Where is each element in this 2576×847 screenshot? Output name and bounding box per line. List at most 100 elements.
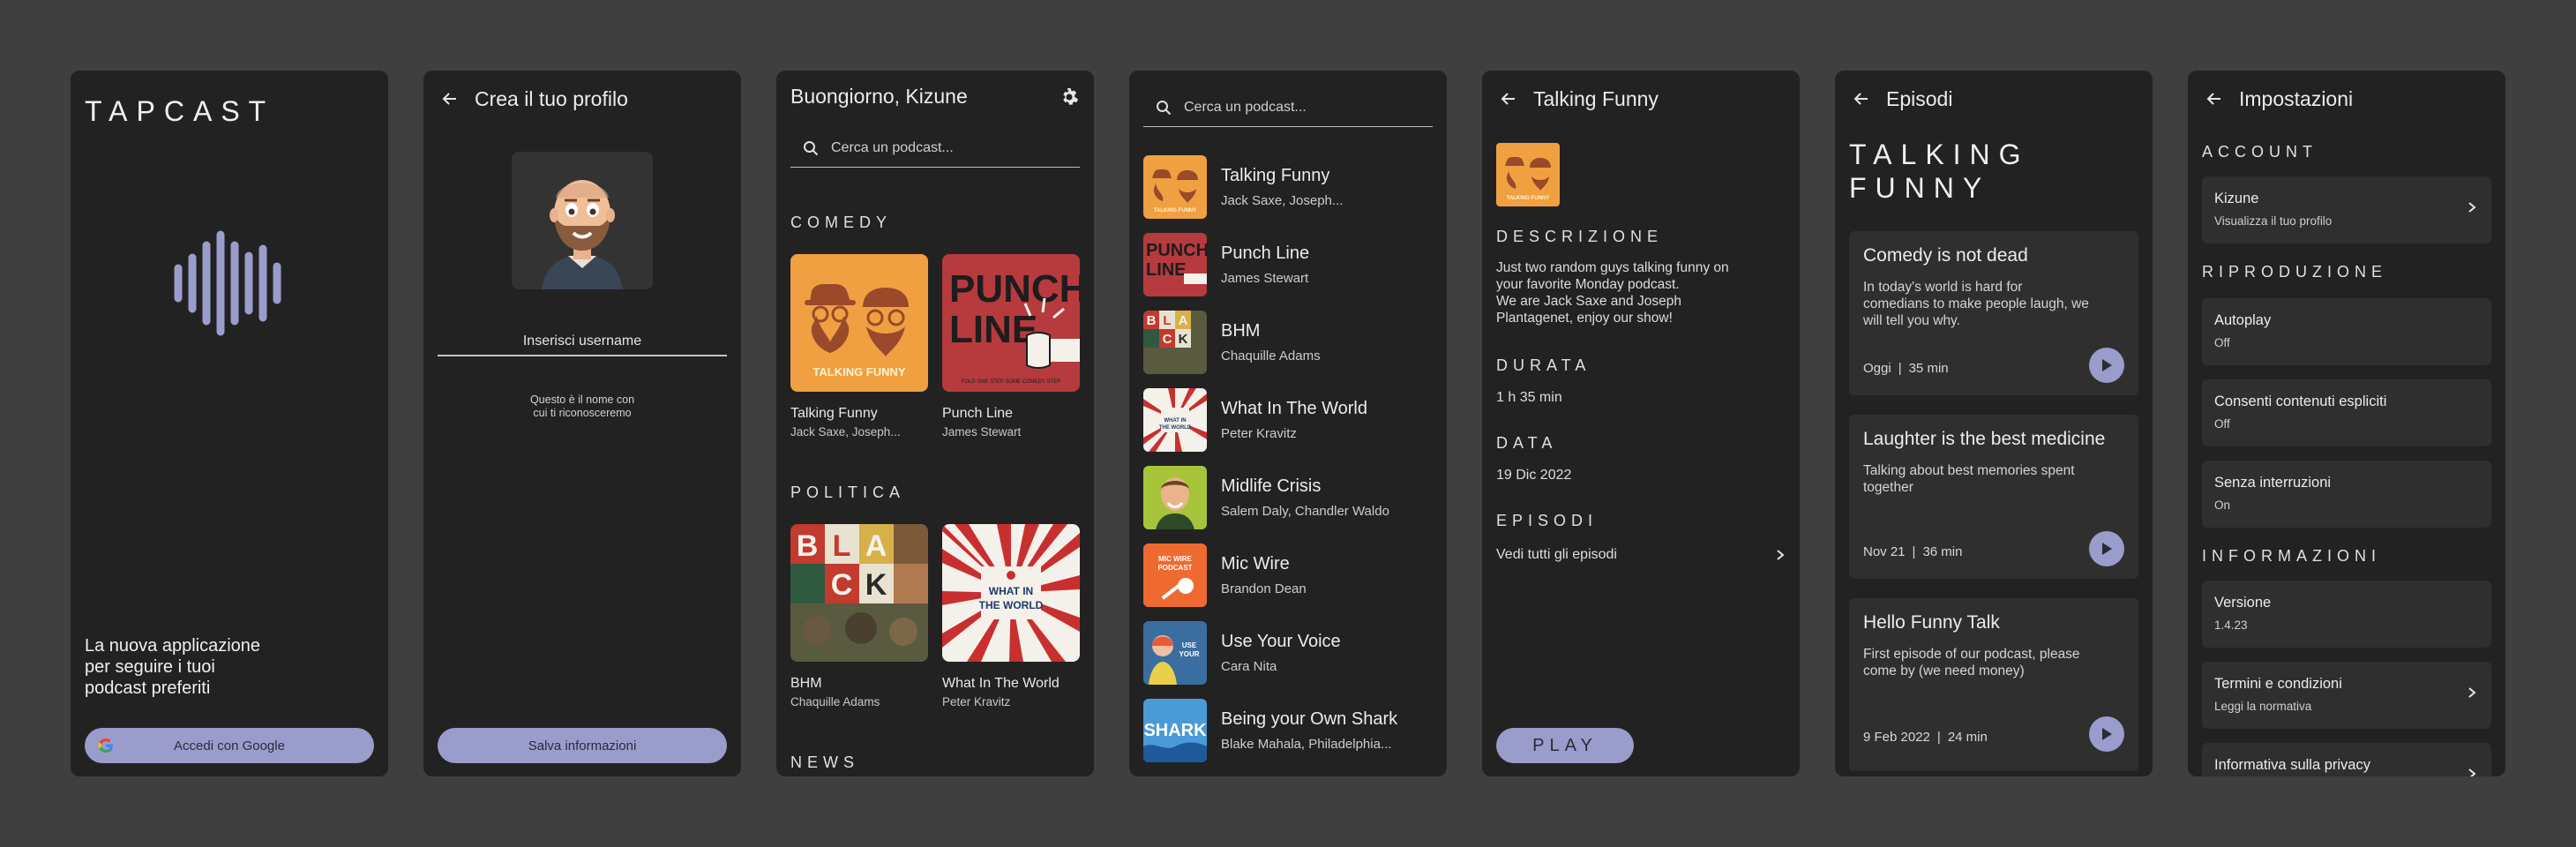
podcast-cover-talking-funny[interactable]: TALKING FUNNY [790, 254, 928, 392]
podcast-thumb: SHARK [1143, 699, 1207, 762]
username-input[interactable]: Inserisci username [438, 334, 727, 349]
list-item[interactable]: TALKING FUNNY Talking Funny Jack Saxe, Jo… [1143, 155, 1433, 219]
podcast-thumb: TALKING FUNNY [1143, 155, 1207, 219]
audio-wave-icon [174, 230, 281, 336]
svg-text:PUNCH: PUNCH [1146, 241, 1207, 260]
podcast-cover-bhm[interactable]: B ACK L [790, 524, 928, 662]
podcast-thumb: PUNCH LINE [1143, 233, 1207, 296]
all-episodes-link[interactable]: Vedi tutti gli episodi [1496, 542, 1786, 568]
privacy-setting[interactable]: Informativa sulla privacy [2202, 743, 2491, 776]
section-politica: POLITICA [790, 483, 906, 501]
result-authors: Brandon Dean [1221, 581, 1307, 596]
svg-text:TALKING FUNNY: TALKING FUNNY [1507, 196, 1550, 201]
episode-description: Talking about best memories spent togeth… [1863, 462, 2124, 496]
search-input[interactable]: Cerca un podcast... [1143, 88, 1433, 127]
podcast-cover-punch-line[interactable]: PUNCH LINE FOLD ONE STEP SOME COMEDY STE… [942, 254, 1080, 392]
episode-date: 9 Feb 2022 [1863, 730, 1930, 745]
podcast-heading: TALKING FUNNY [1849, 138, 2030, 205]
episode-play-button[interactable] [2089, 716, 2124, 752]
setting-value: 1.4.23 [2214, 618, 2248, 632]
setting-value: On [2214, 498, 2231, 512]
list-item[interactable]: Midlife Crisis Salem Daly, Chandler Waldo [1143, 466, 1433, 529]
screen-create-profile: Crea il tuo profilo Inserisci username Q… [423, 71, 741, 776]
section-account: ACCOUNT [2202, 143, 2318, 161]
podcast-authors: Chaquille Adams [790, 695, 880, 708]
episode-description: First episode of our podcast, please com… [1863, 646, 2124, 679]
list-item[interactable]: PUNCH LINE Punch Line James Stewart [1143, 233, 1433, 296]
podcast-cover-what-in-the-world[interactable]: WHAT IN THE WORLD [942, 524, 1080, 662]
episode-play-button[interactable] [2089, 348, 2124, 383]
description-line: will tell you why. [1863, 313, 1960, 328]
result-title: Mic Wire [1221, 554, 1290, 573]
uninterrupted-setting[interactable]: Senza interruzioni On [2202, 461, 2491, 528]
search-input[interactable]: Cerca un podcast... [790, 129, 1080, 168]
setting-title: Consenti contenuti espliciti [2214, 394, 2387, 409]
gear-icon[interactable] [1059, 86, 1080, 108]
setting-value: Off [2214, 417, 2230, 431]
page-title: Episodi [1886, 86, 1953, 110]
account-setting[interactable]: Kizune Visualizza il tuo profilo [2202, 176, 2491, 244]
back-arrow-icon[interactable] [438, 86, 462, 111]
play-icon [2102, 543, 2112, 555]
podcast-title: What In The World [942, 676, 1060, 691]
avatar[interactable] [512, 152, 653, 289]
username-hint: Questo è il nome con cui ti riconoscerem… [438, 394, 727, 420]
description-line: In today's world is hard for [1863, 280, 2023, 295]
google-login-label: Accedi con Google [174, 738, 285, 753]
google-login-button[interactable]: Accedi con Google [85, 728, 374, 763]
date-value: 19 Dic 2022 [1496, 468, 1572, 483]
play-button[interactable]: PLAY [1496, 728, 1634, 763]
podcast-authors: James Stewart [942, 425, 1022, 438]
result-authors: Blake Mahala, Philadelphia... [1221, 737, 1392, 752]
list-item[interactable]: B ACLK BHM Chaquille Adams [1143, 311, 1433, 374]
podcast-thumb: WHAT IN THE WORLD [1143, 388, 1207, 452]
top-bar: Episodi [1849, 81, 2138, 116]
result-title: Midlife Crisis [1221, 476, 1322, 496]
hint-line: Questo è il nome con [529, 394, 635, 406]
autoplay-setting[interactable]: Autoplay Off [2202, 298, 2491, 365]
episode-date: Oggi [1863, 361, 1891, 376]
description-line: together [1863, 480, 1913, 495]
episode-date: Nov 21 [1863, 544, 1906, 559]
episode-card[interactable]: Comedy is not dead In today's world is h… [1849, 231, 2138, 395]
svg-text:PODCAST: PODCAST [1157, 564, 1192, 572]
podcast-title: Punch Line [942, 406, 1014, 421]
description-line: come by (we need money) [1863, 663, 2025, 678]
explicit-content-setting[interactable]: Consenti contenuti espliciti Off [2202, 379, 2491, 446]
screen-login: TAPCAST La nuova applicazione per seguir… [71, 71, 388, 776]
description-line: comedians to make people laugh, we [1863, 296, 2089, 311]
setting-title: Kizune [2214, 191, 2259, 206]
svg-text:YOUR: YOUR [1179, 650, 1199, 658]
list-item[interactable]: MIC WIRE PODCAST Mic Wire Brandon Dean [1143, 543, 1433, 607]
back-arrow-icon[interactable] [1496, 86, 1521, 111]
episode-play-button[interactable] [2089, 531, 2124, 566]
list-item[interactable]: USE YOUR Use Your Voice Cara Nita [1143, 621, 1433, 685]
episode-card[interactable]: Laughter is the best medicine Talking ab… [1849, 415, 2138, 579]
result-title: Punch Line [1221, 244, 1310, 263]
terms-setting[interactable]: Termini e condizioni Leggi la normativa [2202, 662, 2491, 729]
back-arrow-icon[interactable] [2202, 86, 2227, 111]
save-profile-button[interactable]: Salva informazioni [438, 728, 727, 763]
description-line: We are Jack Saxe and Joseph [1496, 294, 1681, 309]
episode-title: Comedy is not dead [1863, 245, 2028, 266]
play-icon [2102, 359, 2112, 371]
list-item[interactable]: SHARK Being your Own Shark Blake Mahala, … [1143, 699, 1433, 762]
episode-card[interactable]: Hello Funny Talk First episode of our po… [1849, 598, 2138, 771]
podcast-heading-line: FUNNY [1849, 172, 1991, 204]
podcast-title: BHM [790, 676, 822, 691]
svg-text:FOLD ONE STEP SOME COMEDY STEP: FOLD ONE STEP SOME COMEDY STEP [962, 379, 1060, 385]
back-arrow-icon[interactable] [1849, 86, 1874, 111]
section-playback: RIPRODUZIONE [2202, 263, 2388, 281]
result-title: Use Your Voice [1221, 632, 1341, 651]
app-logo: TAPCAST [85, 95, 275, 127]
chevron-right-icon [1777, 550, 1785, 560]
episode-title: Hello Funny Talk [1863, 612, 2000, 633]
google-icon [98, 738, 113, 753]
podcast-thumb: USE YOUR [1143, 621, 1207, 685]
svg-text:C: C [1163, 332, 1172, 347]
podcast-cover: TALKING FUNNY [1496, 143, 1560, 206]
section-info: INFORMAZIONI [2202, 547, 2381, 565]
description-line: Just two random guys talking funny on [1496, 260, 1729, 275]
list-item[interactable]: WHAT IN THE WORLD What In The World Peter … [1143, 388, 1433, 452]
svg-text:TALKING FUNNY: TALKING FUNNY [1154, 208, 1197, 214]
